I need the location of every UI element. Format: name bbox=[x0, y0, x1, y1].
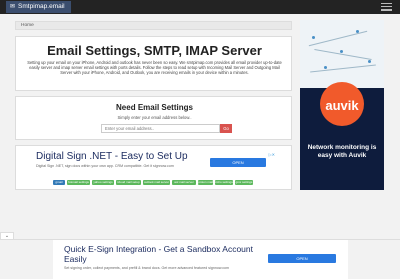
brand-label: Smtpimap.email bbox=[18, 3, 65, 10]
bottom-ad-headline[interactable]: Quick E-Sign Integration - Get a Sandbox… bbox=[64, 244, 264, 264]
brand-link[interactable]: ✉ Smtpimap.email bbox=[6, 1, 71, 13]
sidebar-ad-text: Network monitoring is easy with Auvik bbox=[307, 144, 377, 159]
go-button[interactable]: Go bbox=[220, 124, 232, 133]
tag-item[interactable]: hotmail settings bbox=[67, 180, 90, 185]
hero-card: Email Settings, SMTP, IMAP Server Settin… bbox=[15, 36, 292, 91]
ad-close-icon[interactable]: ▷✕ bbox=[269, 152, 275, 157]
envelope-icon: ✉ bbox=[10, 4, 16, 10]
tag-item[interactable]: icloud mail setup bbox=[116, 180, 141, 185]
tag-item[interactable]: gmail bbox=[53, 180, 65, 185]
auvik-logo: auvik bbox=[325, 98, 359, 113]
tag-item[interactable]: proton mail bbox=[198, 180, 213, 185]
ad-network-graphic bbox=[300, 20, 384, 88]
tag-item[interactable]: outlook mail server bbox=[143, 180, 170, 185]
bottom-ad-subtext: Set signing order, collect payments, and… bbox=[64, 266, 230, 270]
tag-item[interactable]: gmx settings bbox=[235, 180, 253, 185]
tag-item[interactable]: yahoo settings bbox=[92, 180, 114, 185]
tag-item[interactable]: aol mail server bbox=[172, 180, 196, 185]
hamburger-menu-icon[interactable] bbox=[381, 3, 392, 11]
sidebar-ad[interactable]: auvik Network monitoring is easy with Au… bbox=[300, 20, 384, 190]
ad-headline[interactable]: Digital Sign .NET - Easy to Set Up bbox=[36, 151, 188, 162]
ad-card: Digital Sign .NET - Easy to Set Up Digit… bbox=[15, 145, 292, 190]
search-card: Need Email Settings Simply enter your em… bbox=[15, 96, 292, 140]
bottom-ad[interactable]: Quick E-Sign Integration - Get a Sandbox… bbox=[53, 240, 348, 279]
breadcrumb-home-link[interactable]: Home bbox=[21, 23, 34, 28]
page-title: Email Settings, SMTP, IMAP Server bbox=[47, 43, 262, 58]
search-subtitle: Simply enter your email address below.. bbox=[117, 115, 192, 120]
email-input[interactable] bbox=[101, 124, 220, 133]
tag-list: gmail hotmail settings yahoo settings ic… bbox=[53, 180, 293, 186]
breadcrumb: Home bbox=[15, 21, 292, 30]
bottom-ad-open-button[interactable]: OPEN bbox=[268, 254, 336, 263]
hero-description: Setting up your email on your iPhone, An… bbox=[27, 60, 282, 75]
ad-open-button[interactable]: OPEN bbox=[210, 158, 266, 167]
tag-item[interactable]: zoho settings bbox=[215, 180, 233, 185]
ad-subtext: Digital Sign .NET, sign docs within your… bbox=[36, 164, 174, 168]
top-navbar: ✉ Smtpimap.email bbox=[0, 0, 400, 14]
ad-banner[interactable]: Digital Sign .NET - Easy to Set Up Digit… bbox=[32, 150, 277, 174]
search-title: Need Email Settings bbox=[116, 103, 193, 112]
